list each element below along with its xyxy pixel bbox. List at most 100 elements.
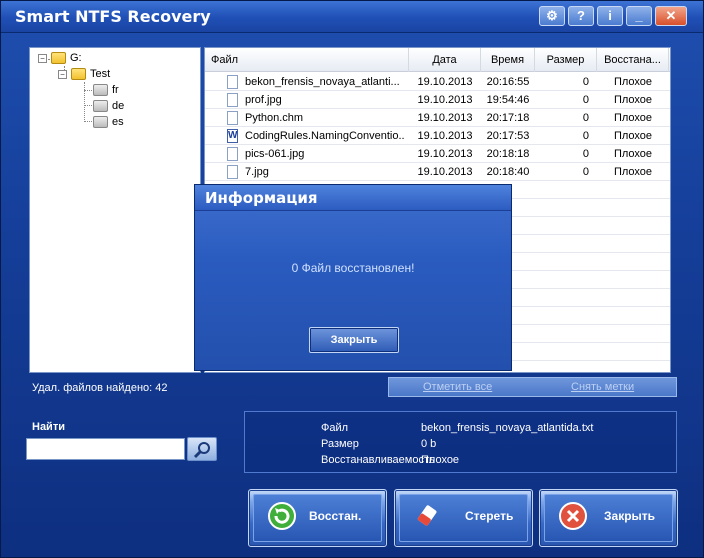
folder-icon [93,84,108,96]
window-title: Smart NTFS Recovery [15,7,211,26]
unmark-link[interactable]: Снять метки [571,381,634,393]
detail-file-label: Файл [321,422,349,434]
restore-button[interactable]: Восстан. [248,489,387,547]
tree-item-label: fr [112,84,119,96]
column-header-status[interactable]: Восстана... [597,48,669,72]
search-input[interactable] [26,438,185,460]
text-file-icon [227,75,238,89]
tree-item-root[interactable]: − G: [38,52,82,64]
title-bar[interactable]: Smart NTFS Recovery ⚙ ? i _ ✕ [1,1,703,33]
minimize-icon: _ [635,8,643,23]
image-file-icon [227,93,238,107]
close-button[interactable]: Закрыть [539,489,678,547]
restore-button-label: Восстан. [309,509,362,523]
cell-date: 19.10.2013 [417,112,473,124]
help-button[interactable]: ? [568,6,594,26]
cell-size: 0 [582,148,589,160]
search-label: Найти [32,421,65,433]
close-icon [559,502,587,530]
erase-button-label: Стереть [465,509,514,523]
image-file-icon [227,165,238,179]
tree-item-de[interactable]: de [93,100,124,112]
file-list-header: Файл Дата Время Размер Восстана... [205,48,670,72]
cell-time: 20:17:53 [486,130,530,142]
cell-date: 19.10.2013 [417,166,473,178]
cell-name: prof.jpg [245,94,282,106]
about-button[interactable]: i [597,6,623,26]
folder-icon [51,52,66,64]
tree-item-test[interactable]: − Test [58,68,110,80]
cell-status: Плохое [613,94,653,106]
close-button-label: Закрыть [604,509,656,523]
tree-item-label: de [112,100,125,112]
tree-item-label: Test [90,68,111,80]
cell-size: 0 [582,76,589,88]
cell-time: 20:18:18 [486,148,530,160]
cell-name: bekon_frensis_novaya_atlanti... [245,76,400,88]
cell-name: pics-061.jpg [245,148,305,160]
dialog-title-bar[interactable]: Информация [195,185,511,211]
tree-connector [84,82,85,122]
cell-status: Плохое [613,148,653,160]
erase-button[interactable]: Стереть [394,489,533,547]
tree-item-label: G: [70,52,82,64]
tree-item-fr[interactable]: fr [93,84,119,96]
close-window-button[interactable]: ✕ [655,6,687,26]
minimize-button[interactable]: _ [626,6,652,26]
image-file-icon [227,147,238,161]
folder-icon [71,68,86,80]
folder-tree[interactable]: − G: − Test fr de es [29,47,201,373]
table-row[interactable]: 7.jpg 19.10.2013 20:18:40 0 Плохое [205,163,670,181]
help-icon: ? [577,8,585,23]
mark-bar: Отметить все Снять метки [388,377,677,397]
help-file-icon [227,111,238,125]
column-header-date[interactable]: Дата [409,48,481,72]
column-header-file[interactable]: Файл [205,48,409,72]
found-count: Удал. файлов найдено: 42 [32,382,168,394]
cell-date: 19.10.2013 [417,130,473,142]
column-header-size[interactable]: Размер [535,48,597,72]
app-window: Smart NTFS Recovery ⚙ ? i _ ✕ − G: − Tes… [0,0,704,558]
table-row[interactable]: Python.chm 19.10.2013 20:17:18 0 Плохое [205,109,670,127]
cell-name: CodingRules.NamingConventio... [245,130,405,142]
detail-recoverability-value: Плохое [421,454,460,466]
dialog-title: Информация [205,189,318,207]
table-row[interactable]: W CodingRules.NamingConventio... 19.10.201… [205,127,670,145]
column-header-time[interactable]: Время [481,48,535,72]
dialog-close-button[interactable]: Закрыть [309,327,399,353]
cell-time: 19:54:46 [486,94,530,106]
cell-time: 20:17:18 [486,112,530,124]
folder-icon [93,100,108,112]
info-dialog: Информация 0 Файл восстановлен! Закрыть [194,184,512,371]
cell-size: 0 [582,112,589,124]
table-row[interactable]: bekon_frensis_novaya_atlanti... 19.10.201… [205,73,670,91]
dialog-message: 0 Файл восстановлен! [291,261,415,275]
search-button[interactable] [187,437,217,461]
cell-name: Python.chm [245,112,304,124]
cell-date: 19.10.2013 [417,76,473,88]
settings-button[interactable]: ⚙ [539,6,565,26]
detail-size-label: Размер [321,438,359,450]
cell-status: Плохое [613,112,653,124]
table-row[interactable]: pics-061.jpg 19.10.2013 20:18:18 0 Плохое [205,145,670,163]
cell-size: 0 [582,166,589,178]
mark-all-link[interactable]: Отметить все [423,381,492,393]
cell-date: 19.10.2013 [417,148,473,160]
tree-item-es[interactable]: es [93,116,124,128]
close-icon: ✕ [665,8,677,23]
table-row[interactable]: prof.jpg 19.10.2013 19:54:46 0 Плохое [205,91,670,109]
cell-time: 20:18:40 [486,166,530,178]
detail-recoverability-label: Восстанавливаемость [321,454,435,466]
restore-icon [268,502,296,530]
detail-size-value: 0 b [421,438,437,450]
cell-time: 20:16:55 [486,76,530,88]
tree-item-label: es [112,116,124,128]
collapse-icon[interactable]: − [58,69,67,79]
detail-file-value: bekon_frensis_novaya_atlantida.txt [421,422,594,434]
folder-icon [93,116,108,128]
eraser-icon [417,505,437,526]
cell-status: Плохое [613,166,653,178]
cell-size: 0 [582,130,589,142]
cell-size: 0 [582,94,589,106]
collapse-icon[interactable]: − [38,53,47,63]
